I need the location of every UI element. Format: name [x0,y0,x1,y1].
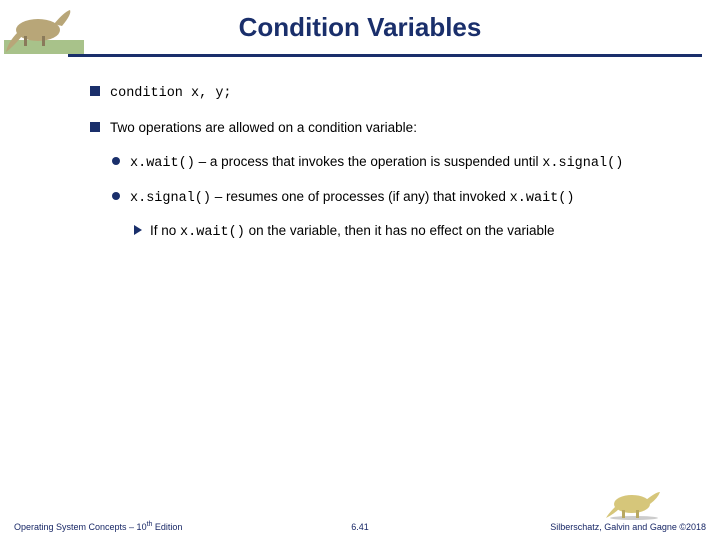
text-signal-desc: – resumes one of processes (if any) that… [211,189,510,204]
code-wait-ref2: x.wait() [180,225,245,240]
footer-slide-number: 6.41 [351,522,369,532]
title-underline [68,54,702,57]
dinosaur-top-image [4,2,84,54]
slide-title: Condition Variables [0,12,720,43]
bullet-no-wait: If no x.wait() on the variable, then it … [134,222,680,242]
footer-copyright: Silberschatz, Galvin and Gagne ©2018 [550,522,706,532]
code-signal: x.signal() [130,191,211,206]
code-wait: x.wait() [130,156,195,171]
code-decl: condition x, y; [110,86,232,101]
text-ifno-post: on the variable, then it has no effect o… [245,223,555,238]
code-wait-ref: x.wait() [510,191,575,206]
text-ifno-pre: If no [150,223,180,238]
bullet-condition-decl: condition x, y; [90,83,680,103]
text-wait-desc: – a process that invokes the operation i… [195,154,542,169]
code-signal-ref: x.signal() [542,156,623,171]
footer-book-title: Operating System Concepts – 10th Edition [14,521,182,532]
slide-footer: Operating System Concepts – 10th Edition… [0,510,720,534]
bullet-signal: x.signal() – resumes one of processes (i… [112,188,680,208]
bullet-two-ops: Two operations are allowed on a conditio… [90,119,680,137]
bullet-wait: x.wait() – a process that invokes the op… [112,153,680,173]
slide-body: condition x, y; Two operations are allow… [0,65,720,242]
